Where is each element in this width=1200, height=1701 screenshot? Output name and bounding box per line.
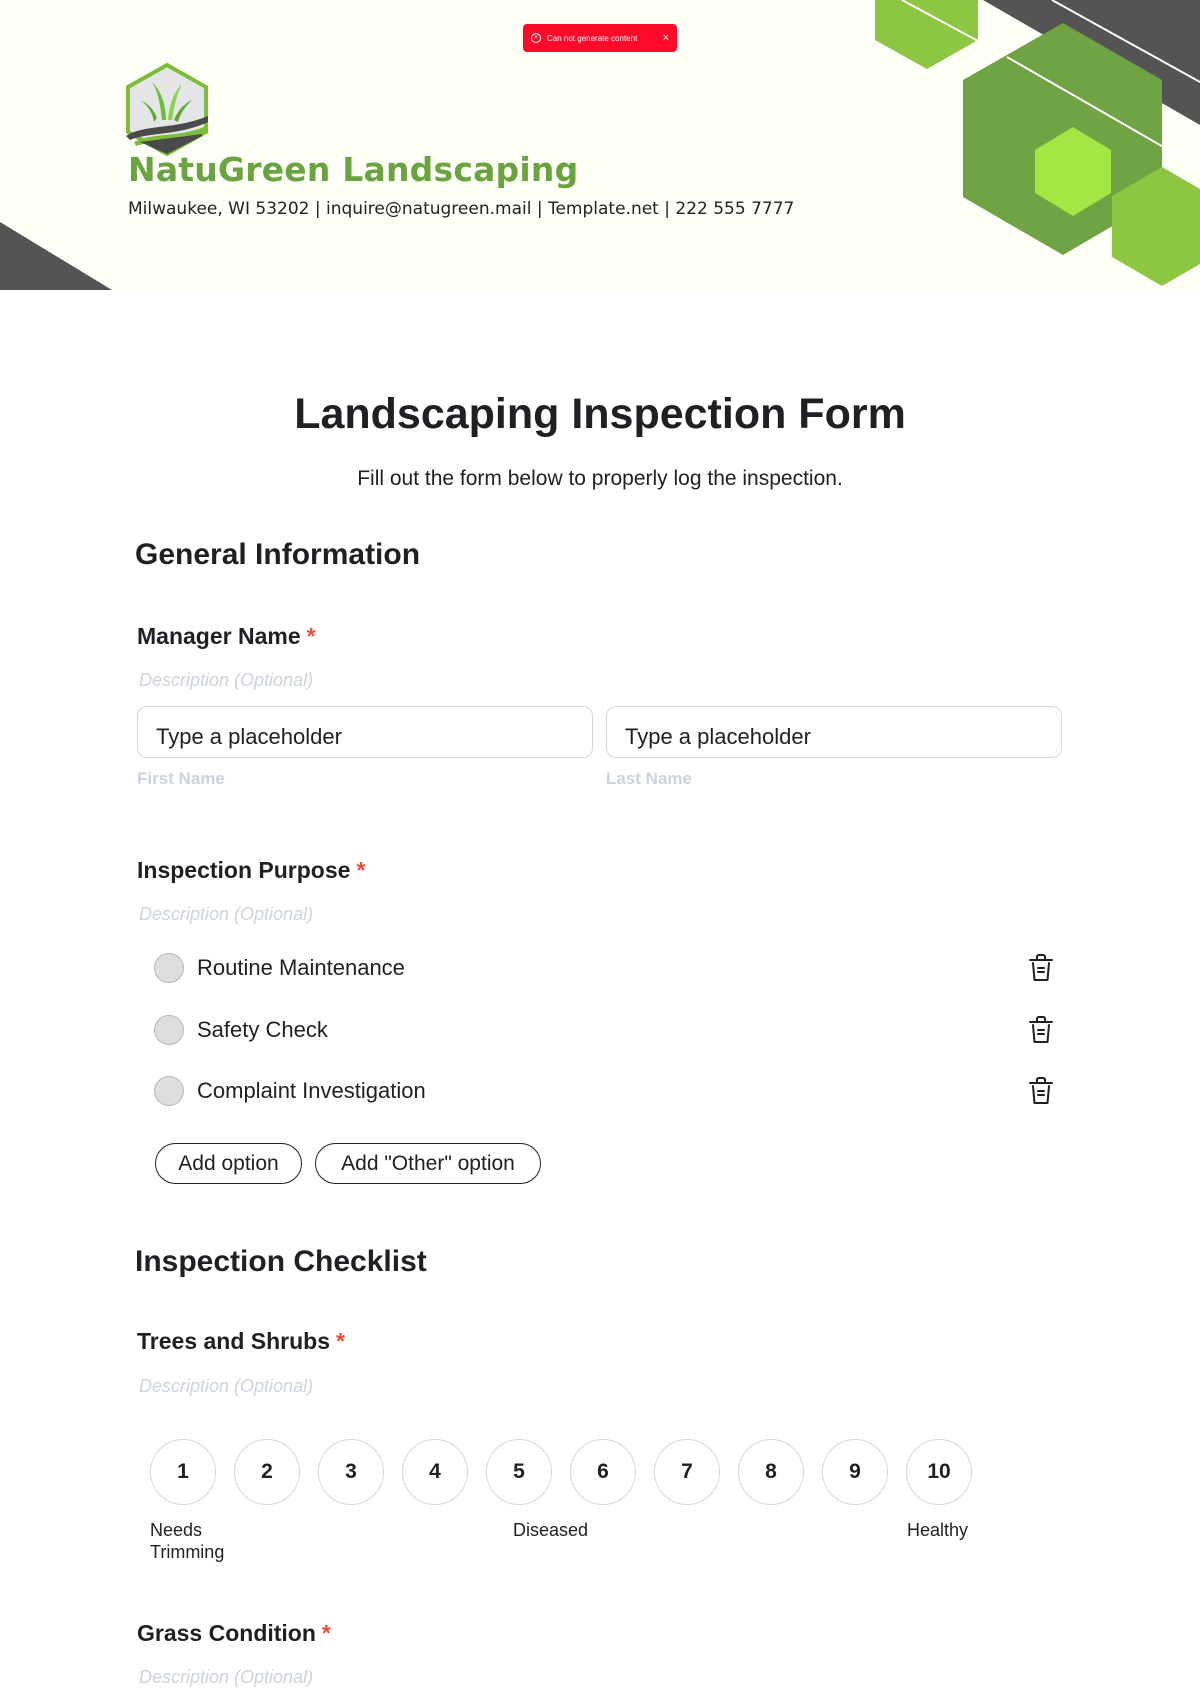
- rating-option-7[interactable]: 7: [654, 1439, 720, 1505]
- question-label-inspection-purpose: Inspection Purpose *: [137, 857, 365, 884]
- scale-low-label-line: Trimming: [150, 1542, 225, 1562]
- rating-option-8[interactable]: 8: [738, 1439, 804, 1505]
- rating-option-1[interactable]: 1: [150, 1439, 216, 1505]
- question-description[interactable]: Description (Optional): [139, 904, 313, 925]
- question-description[interactable]: Description (Optional): [139, 1667, 313, 1688]
- rating-option-3[interactable]: 3: [318, 1439, 384, 1505]
- last-name-input[interactable]: Type a placeholder: [606, 706, 1062, 758]
- trash-icon[interactable]: [1027, 953, 1055, 983]
- rating-option-10[interactable]: 10: [906, 1439, 972, 1505]
- radio-button[interactable]: [154, 1015, 184, 1045]
- required-marker: *: [356, 857, 366, 883]
- option-label[interactable]: Routine Maintenance: [197, 955, 405, 981]
- close-icon[interactable]: ×: [663, 32, 669, 44]
- question-label-grass-condition: Grass Condition *: [137, 1620, 331, 1647]
- first-name-sublabel: First Name: [137, 769, 225, 788]
- scale-high-label: Healthy: [907, 1520, 969, 1540]
- question-description[interactable]: Description (Optional): [139, 670, 313, 691]
- required-marker: *: [306, 623, 316, 649]
- rating-option-6[interactable]: 6: [570, 1439, 636, 1505]
- question-title: Trees and Shrubs: [137, 1328, 331, 1354]
- radio-button[interactable]: [154, 1076, 184, 1106]
- company-logo: [126, 62, 208, 156]
- section-heading-checklist: Inspection Checklist: [135, 1245, 427, 1278]
- first-name-placeholder: Type a placeholder: [156, 724, 342, 749]
- company-contact-info: Milwaukee, WI 53202 | inquire@natugreen.…: [128, 199, 795, 219]
- scale-low-label: Needs Trimming: [150, 1519, 224, 1563]
- radio-option[interactable]: Complaint Investigation: [154, 1071, 1054, 1111]
- error-toast: × Can not generate content ×: [523, 24, 677, 52]
- radio-button[interactable]: [154, 953, 184, 983]
- option-label[interactable]: Safety Check: [197, 1017, 328, 1043]
- add-other-option-button[interactable]: Add "Other" option: [315, 1143, 541, 1184]
- option-label[interactable]: Complaint Investigation: [197, 1078, 426, 1104]
- question-description[interactable]: Description (Optional): [139, 1376, 313, 1397]
- toast-message: Can not generate content: [547, 33, 638, 43]
- radio-option[interactable]: Routine Maintenance: [154, 948, 1054, 988]
- radio-option[interactable]: Safety Check: [154, 1010, 1054, 1050]
- rating-option-5[interactable]: 5: [486, 1439, 552, 1505]
- form-subtitle: Fill out the form below to properly log …: [357, 467, 843, 490]
- question-title: Grass Condition: [137, 1620, 316, 1646]
- rating-option-9[interactable]: 9: [822, 1439, 888, 1505]
- question-title: Inspection Purpose: [137, 857, 351, 883]
- hexagon-shape: [875, 0, 978, 69]
- rating-option-4[interactable]: 4: [402, 1439, 468, 1505]
- rating-option-2[interactable]: 2: [234, 1439, 300, 1505]
- question-label-trees-and-shrubs: Trees and Shrubs *: [137, 1328, 345, 1355]
- form-title: Landscaping Inspection Form: [294, 390, 906, 438]
- dark-corner-shape: [0, 222, 112, 290]
- question-title: Manager Name: [137, 623, 301, 649]
- last-name-sublabel: Last Name: [606, 769, 692, 788]
- last-name-placeholder: Type a placeholder: [625, 724, 811, 749]
- required-marker: *: [321, 1620, 331, 1646]
- scale-low-label-line: Needs: [150, 1520, 203, 1540]
- first-name-input[interactable]: Type a placeholder: [137, 706, 593, 758]
- add-option-button[interactable]: Add option: [155, 1143, 302, 1184]
- scale-mid-label: Diseased: [513, 1520, 589, 1540]
- required-marker: *: [336, 1328, 345, 1354]
- error-circle-icon: ×: [531, 33, 541, 43]
- trash-icon[interactable]: [1027, 1015, 1055, 1045]
- company-name: NatuGreen Landscaping: [128, 150, 579, 189]
- trash-icon[interactable]: [1027, 1076, 1055, 1106]
- question-label-manager-name: Manager Name *: [137, 623, 316, 650]
- section-heading-general: General Information: [135, 538, 421, 571]
